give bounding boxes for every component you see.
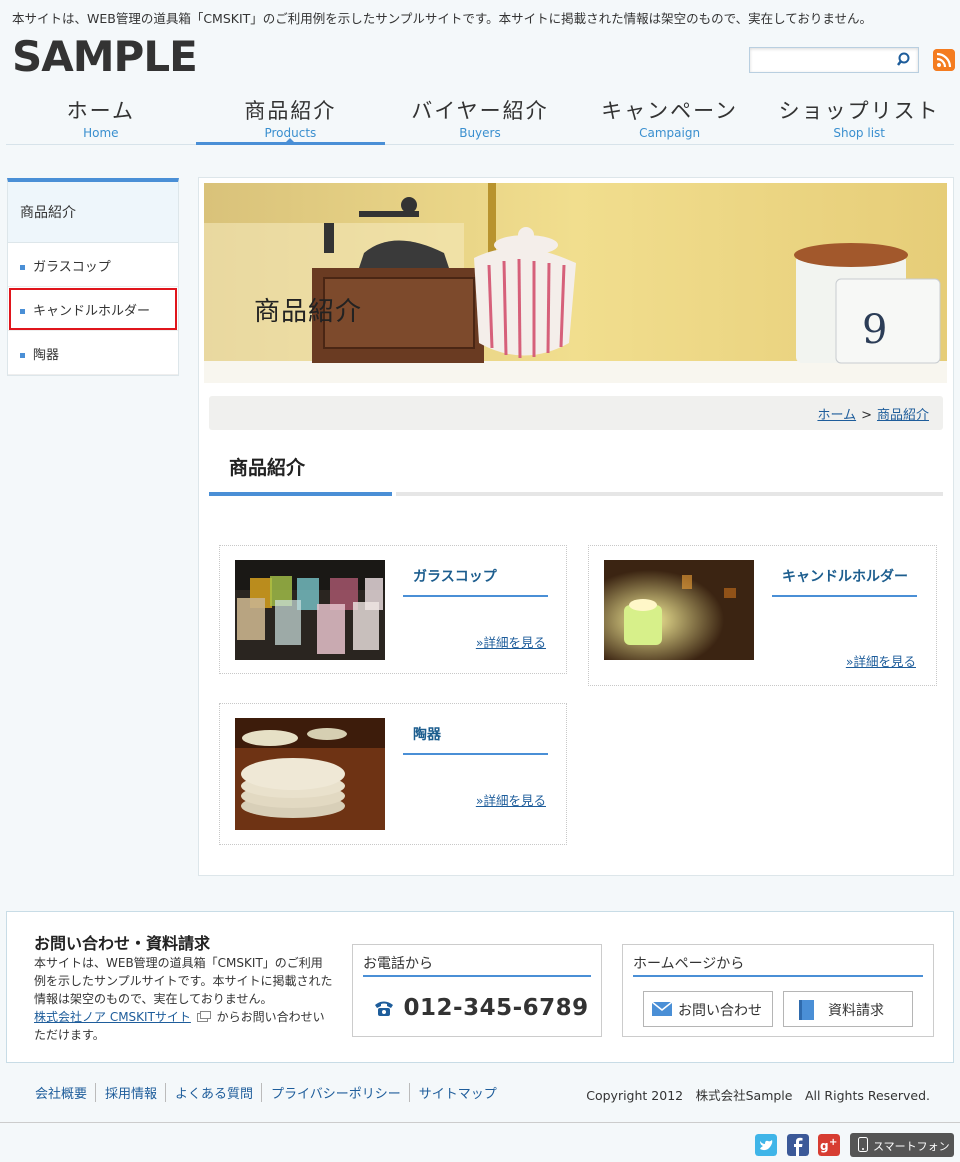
- nav-buyers[interactable]: バイヤー紹介 Buyers: [385, 92, 575, 144]
- product-card-glass: ガラスコップ »詳細を見る: [219, 545, 567, 674]
- breadcrumb-separator: >: [861, 408, 872, 423]
- inquiry-button[interactable]: お問い合わせ: [643, 991, 773, 1027]
- nav-products-sublabel: Products: [264, 126, 317, 140]
- web-contact-panel: ホームページから お問い合わせ 資料請求: [622, 944, 934, 1037]
- inquiry-button-label: お問い合わせ: [678, 1003, 762, 1019]
- document-request-button[interactable]: 資料請求: [783, 991, 913, 1027]
- phone-number[interactable]: 012-345-6789: [373, 995, 589, 1021]
- nav-shop-list-label: ショップリスト: [778, 99, 940, 123]
- breadcrumb-home-link[interactable]: ホーム: [817, 408, 856, 423]
- smartphone-view-label: スマートフォン: [873, 1140, 950, 1153]
- phone-heading-rule: [363, 975, 591, 977]
- external-link-icon: [196, 1011, 211, 1022]
- sidebar-item-pottery[interactable]: 陶器: [8, 331, 178, 375]
- sidebar-item-glass[interactable]: ガラスコップ: [8, 243, 178, 287]
- svg-text:g: g: [820, 1139, 829, 1153]
- smartphone-view-button[interactable]: スマートフォン: [850, 1133, 954, 1157]
- heading-rule: [396, 492, 943, 496]
- nav-campaign[interactable]: キャンペーン Campaign: [575, 92, 765, 144]
- hero-photo: 9: [204, 183, 947, 383]
- search-icon[interactable]: [896, 51, 914, 69]
- contact-title: お問い合わせ・資料請求: [34, 934, 211, 953]
- footer-divider: [0, 1122, 960, 1123]
- nav-home-sublabel: Home: [83, 126, 119, 140]
- phone-number-text: 012-345-6789: [403, 995, 589, 1021]
- search-input[interactable]: [753, 49, 893, 71]
- rss-icon[interactable]: [933, 49, 955, 71]
- page-title: 商品紹介: [229, 457, 306, 479]
- footer-link-sitemap[interactable]: サイトマップ: [408, 1083, 505, 1102]
- bullet-icon: [20, 309, 25, 314]
- sidebar-item-label: 陶器: [33, 348, 60, 363]
- footer-link-company[interactable]: 会社概要: [26, 1083, 95, 1102]
- glass-cups-photo[interactable]: [235, 560, 385, 660]
- copyright: Copyright 2012 株式会社Sample All Rights Res…: [586, 1088, 930, 1103]
- bullet-icon: [20, 353, 25, 358]
- site-logo[interactable]: SAMPLE: [12, 32, 198, 81]
- product-title-glass[interactable]: ガラスコップ: [403, 568, 548, 597]
- contact-description: 本サイトは、WEB管理の道具箱「CMSKIT」のご利用例を示したサンプルサイトで…: [34, 956, 333, 1006]
- web-contact-heading: ホームページから: [633, 956, 745, 972]
- web-contact-heading-rule: [633, 975, 923, 977]
- nav-home-label: ホーム: [66, 99, 135, 123]
- nav-buyers-label: バイヤー紹介: [411, 99, 549, 123]
- product-title-candle-holder[interactable]: キャンドルホルダー: [772, 568, 917, 597]
- hero-title: 商品紹介: [254, 297, 363, 327]
- nav-products-label: 商品紹介: [244, 99, 337, 123]
- page-heading: 商品紹介: [209, 440, 943, 496]
- search-box[interactable]: [749, 47, 919, 73]
- nav-home[interactable]: ホーム Home: [6, 92, 196, 144]
- sidebar-item-label: ガラスコップ: [33, 260, 111, 275]
- site-notice: 本サイトは、WEB管理の道具箱「CMSKIT」のご利用例を示したサンプルサイトで…: [12, 11, 873, 26]
- nav-campaign-label: キャンペーン: [601, 99, 739, 123]
- nav-buyers-sublabel: Buyers: [459, 126, 501, 140]
- product-detail-link-pottery[interactable]: »詳細を見る: [476, 790, 546, 809]
- breadcrumb: ホーム > 商品紹介: [209, 396, 943, 430]
- product-card-pottery: 陶器 »詳細を見る: [219, 703, 567, 845]
- phone-heading: お電話から: [363, 956, 433, 972]
- book-icon: [799, 1000, 814, 1020]
- candle-holder-photo[interactable]: [604, 560, 754, 660]
- svg-text:+: +: [829, 1137, 837, 1148]
- product-title-pottery[interactable]: 陶器: [403, 726, 548, 755]
- mail-icon: [652, 1002, 672, 1016]
- pottery-photo[interactable]: [235, 718, 385, 830]
- google-plus-icon[interactable]: g +: [818, 1134, 840, 1156]
- cmskit-site-link[interactable]: 株式会社ノア CMSKITサイト: [34, 1010, 191, 1024]
- nav-shop-list[interactable]: ショップリスト Shop list: [764, 92, 954, 144]
- phone-panel: お電話から 012-345-6789: [352, 944, 602, 1037]
- product-detail-link-candle-holder[interactable]: »詳細を見る: [846, 651, 916, 670]
- bullet-icon: [20, 265, 25, 270]
- sidebar-heading: 商品紹介: [8, 182, 178, 243]
- breadcrumb-current-link[interactable]: 商品紹介: [877, 408, 929, 423]
- nav-products[interactable]: 商品紹介 Products: [195, 92, 386, 145]
- sidebar: 商品紹介 ガラスコップ キャンドルホルダー 陶器: [7, 178, 179, 376]
- footer-link-recruit[interactable]: 採用情報: [95, 1083, 165, 1102]
- contact-text: 本サイトは、WEB管理の道具箱「CMSKIT」のご利用例を示したサンプルサイトで…: [34, 954, 334, 1044]
- product-detail-link-glass[interactable]: »詳細を見る: [476, 632, 546, 651]
- nav-shop-list-sublabel: Shop list: [833, 126, 885, 140]
- main-content: 9 商品紹介 ホーム > 商品紹介 商品紹介 ガラスコップ »詳細を見る キャン…: [198, 177, 954, 876]
- document-request-button-label: 資料請求: [828, 1003, 884, 1019]
- global-nav: ホーム Home 商品紹介 Products バイヤー紹介 Buyers キャン…: [6, 92, 954, 145]
- sidebar-item-candle-holder[interactable]: キャンドルホルダー: [8, 287, 178, 331]
- footer-link-privacy[interactable]: プライバシーポリシー: [261, 1083, 409, 1102]
- heading-accent-bar: [209, 492, 392, 496]
- footer-nav: 会社概要 採用情報 よくある質問 プライバシーポリシー サイトマップ: [26, 1083, 505, 1102]
- contact-section: お問い合わせ・資料請求 本サイトは、WEB管理の道具箱「CMSKIT」のご利用例…: [6, 911, 954, 1063]
- phone-icon: [375, 1001, 393, 1016]
- twitter-icon[interactable]: [755, 1134, 777, 1156]
- svg-text:9: 9: [862, 307, 887, 353]
- product-card-candle: キャンドルホルダー »詳細を見る: [588, 545, 937, 686]
- nav-campaign-sublabel: Campaign: [639, 126, 701, 140]
- smartphone-icon: [858, 1137, 868, 1152]
- footer-link-faq[interactable]: よくある質問: [165, 1083, 261, 1102]
- facebook-icon[interactable]: [787, 1134, 809, 1156]
- hero-banner: 9 商品紹介: [204, 183, 947, 383]
- sidebar-item-label: キャンドルホルダー: [33, 304, 151, 319]
